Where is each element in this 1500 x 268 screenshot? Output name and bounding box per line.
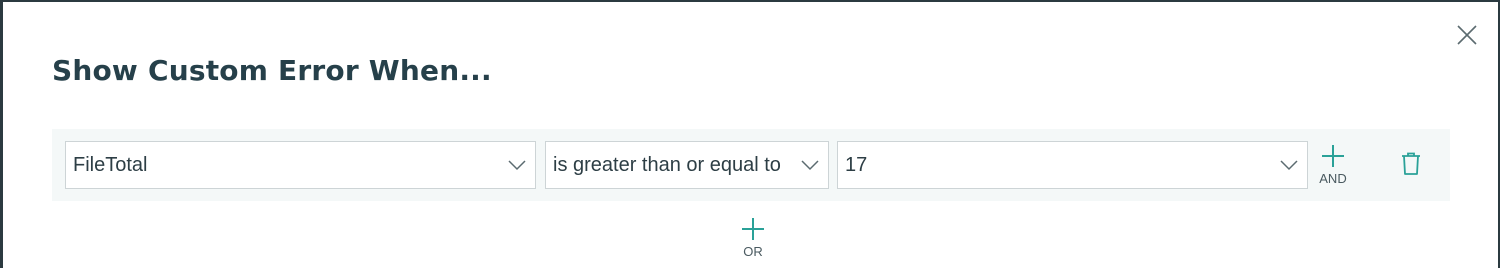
close-button[interactable] xyxy=(1454,22,1480,48)
close-icon xyxy=(1457,25,1477,45)
chevron-down-icon xyxy=(1280,160,1298,171)
and-label: AND xyxy=(1319,171,1347,186)
condition-row: FileTotal is greater than or equal to 17… xyxy=(52,129,1450,201)
value-dropdown-value: 17 xyxy=(845,153,868,176)
add-or-condition-button[interactable]: OR xyxy=(738,216,768,259)
operator-dropdown-value: is greater than or equal to xyxy=(553,153,781,176)
chevron-down-icon xyxy=(508,160,526,171)
field-dropdown[interactable]: FileTotal xyxy=(65,141,536,189)
delete-condition-button[interactable] xyxy=(1400,151,1422,177)
trash-icon xyxy=(1402,152,1420,175)
custom-error-dialog: Show Custom Error When... FileTotal is g… xyxy=(2,2,1498,268)
or-label: OR xyxy=(743,244,763,259)
plus-icon xyxy=(742,218,764,240)
field-dropdown-value: FileTotal xyxy=(73,153,148,176)
dialog-title: Show Custom Error When... xyxy=(52,54,492,87)
plus-icon xyxy=(1322,145,1344,167)
add-and-condition-button[interactable]: AND xyxy=(1315,143,1351,191)
operator-dropdown[interactable]: is greater than or equal to xyxy=(545,141,829,189)
chevron-down-icon xyxy=(801,160,819,171)
value-dropdown[interactable]: 17 xyxy=(837,141,1308,189)
